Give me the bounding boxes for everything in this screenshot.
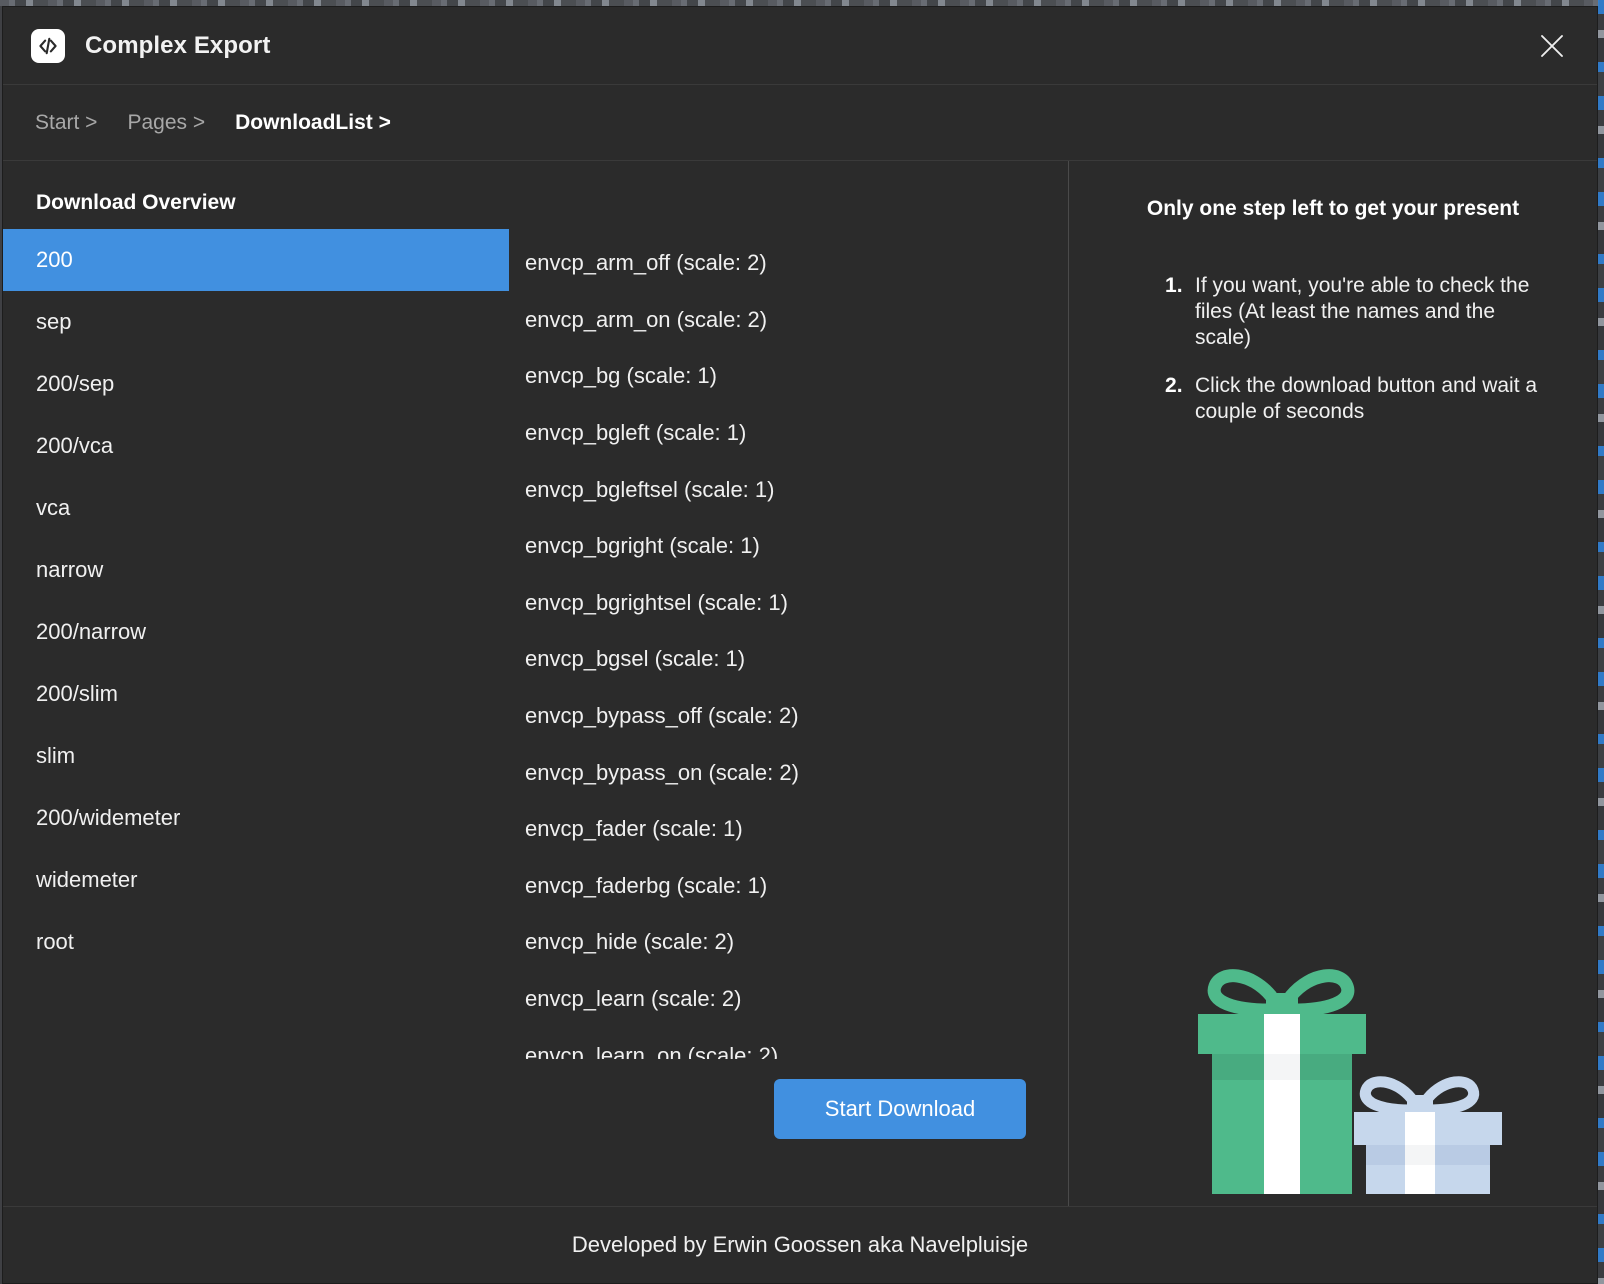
close-icon[interactable]: [1533, 27, 1571, 65]
list-item: envcp_arm_off (scale: 2): [525, 250, 767, 276]
action-row: Start Download: [509, 1059, 1068, 1159]
directory-item-root[interactable]: root: [3, 911, 509, 973]
list-item: envcp_learn_on (scale: 2): [525, 1042, 779, 1059]
instructions-pane: Only one step left to get your present I…: [1069, 161, 1597, 1206]
directory-item-vca[interactable]: vca: [3, 477, 509, 539]
code-brackets-icon: [31, 28, 65, 63]
list-item: envcp_learn (scale: 2): [525, 986, 742, 1012]
breadcrumb-item-start[interactable]: Start >: [35, 111, 97, 135]
download-overview-pane: Download Overview 200 sep 200/sep 200/vc…: [3, 161, 1069, 1206]
complex-export-dialog: Complex Export Start > Pages > DownloadL…: [2, 6, 1598, 1284]
overview-columns: 200 sep 200/sep 200/vca vca narrow 200/n…: [3, 229, 1068, 1206]
list-item: envcp_bgleft (scale: 1): [525, 420, 747, 446]
directory-item-200-vca[interactable]: 200/vca: [3, 415, 509, 477]
dialog-titlebar: Complex Export: [3, 7, 1597, 85]
file-list[interactable]: envcp_arm_off (scale: 2) envcp_arm_on (s…: [509, 229, 1068, 1059]
background-window-right-edge: [1598, 0, 1604, 1284]
list-item: envcp_fader (scale: 1): [525, 816, 743, 842]
dialog-footer: Developed by Erwin Goossen aka Navelplui…: [3, 1207, 1597, 1283]
list-item: envcp_arm_on (scale: 2): [525, 306, 768, 332]
footer-credit: Developed by Erwin Goossen aka Navelplui…: [571, 1232, 1029, 1257]
list-item: If you want, you're able to check the fi…: [1165, 273, 1530, 350]
list-item: envcp_bypass_on (scale: 2): [525, 759, 799, 785]
directory-item-sep[interactable]: sep: [3, 291, 509, 353]
list-item: envcp_bgsel (scale: 1): [525, 646, 746, 672]
breadcrumb-item-downloadlist[interactable]: DownloadList >: [235, 111, 391, 135]
instructions-title: Only one step left to get your present: [1146, 197, 1520, 220]
dialog-body: Download Overview 200 sep 200/sep 200/vc…: [3, 161, 1597, 1207]
instructions-steps: If you want, you're able to check the fi…: [1069, 273, 1597, 425]
directory-item-widemeter[interactable]: widemeter: [3, 849, 509, 911]
list-item: envcp_bg (scale: 1): [525, 363, 717, 389]
directory-item-200-narrow[interactable]: 200/narrow: [3, 601, 509, 663]
breadcrumb-item-pages[interactable]: Pages >: [127, 111, 205, 135]
list-item: envcp_hide (scale: 2): [525, 929, 735, 955]
gift-boxes-icon: [1069, 886, 1597, 1206]
directory-item-200-widemeter[interactable]: 200/widemeter: [3, 787, 509, 849]
directory-item-200-slim[interactable]: 200/slim: [3, 663, 509, 725]
list-item: Click the download button and wait a cou…: [1165, 373, 1538, 424]
start-download-button[interactable]: Start Download: [774, 1079, 1026, 1139]
file-area: envcp_arm_off (scale: 2) envcp_arm_on (s…: [509, 229, 1068, 1206]
directory-list[interactable]: 200 sep 200/sep 200/vca vca narrow 200/n…: [3, 229, 509, 1206]
list-item: envcp_bgleftsel (scale: 1): [525, 476, 775, 502]
list-item: envcp_bgright (scale: 1): [525, 533, 760, 559]
list-item: envcp_bypass_off (scale: 2): [525, 703, 799, 729]
dialog-title: Complex Export: [85, 31, 271, 59]
directory-item-narrow[interactable]: narrow: [3, 539, 509, 601]
directory-item-slim[interactable]: slim: [3, 725, 509, 787]
directory-item-200-sep[interactable]: 200/sep: [3, 353, 509, 415]
directory-item-200[interactable]: 200: [3, 229, 509, 291]
page-title: Download Overview: [36, 191, 236, 214]
list-item: envcp_faderbg (scale: 1): [525, 872, 768, 898]
list-item: envcp_bgrightsel (scale: 1): [525, 589, 788, 615]
breadcrumb: Start > Pages > DownloadList >: [3, 85, 1597, 161]
